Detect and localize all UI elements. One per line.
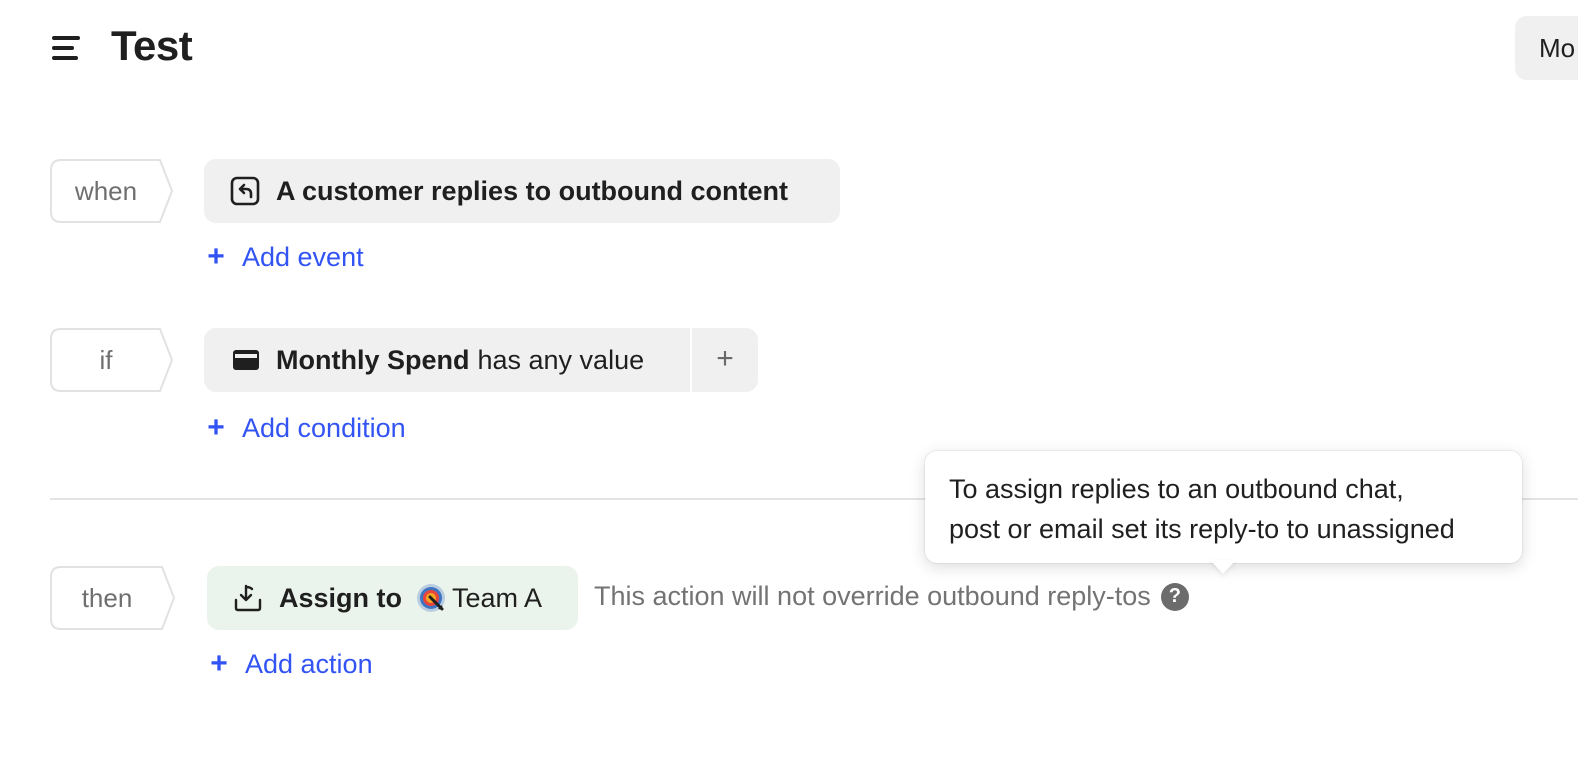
condition-attribute: Monthly Spend: [276, 344, 470, 375]
action-team: Team A: [452, 582, 543, 613]
help-icon[interactable]: ?: [1160, 582, 1189, 611]
event-pill[interactable]: A customer replies to outbound content: [204, 159, 840, 223]
credit-card-icon: [232, 349, 260, 371]
tooltip-line-2: post or email set its reply-to to unassi…: [949, 514, 1455, 544]
add-action-label: Add action: [245, 648, 373, 679]
when-keyword-tag: when: [50, 159, 174, 223]
action-note: This action will not override outbound r…: [594, 581, 1189, 612]
if-keyword: if: [99, 345, 113, 375]
add-condition-inline-button[interactable]: +: [692, 328, 758, 392]
plus-icon: +: [210, 647, 228, 680]
plus-icon: +: [207, 240, 225, 273]
action-note-text: This action will not override outbound r…: [594, 581, 1151, 611]
action-verb: Assign to: [279, 582, 403, 613]
then-keyword-tag: then: [50, 566, 176, 630]
tooltip-arrow: [1210, 560, 1236, 574]
action-pill[interactable]: Assign to Team A: [207, 566, 578, 630]
condition-pill[interactable]: Monthly Spend has any value: [204, 328, 690, 392]
then-keyword: then: [81, 583, 133, 613]
condition-operator: has any value: [477, 344, 645, 375]
tooltip-line-1: To assign replies to an outbound chat,: [949, 474, 1404, 504]
if-keyword-tag: if: [50, 328, 174, 392]
workflow-editor: Test Mo when A customer replies to outbo…: [0, 0, 1578, 770]
event-label: A customer replies to outbound content: [276, 175, 789, 206]
add-action-link[interactable]: + Add action: [209, 647, 373, 681]
page-title: Test: [111, 22, 193, 69]
add-condition-label: Add condition: [242, 412, 406, 443]
assign-inbox-icon: [233, 583, 263, 613]
plus-icon: +: [207, 411, 225, 444]
menu-icon[interactable]: [50, 34, 80, 62]
add-event-link[interactable]: + Add event: [206, 240, 364, 274]
reply-icon: [230, 176, 260, 206]
target-icon: [416, 583, 446, 613]
more-button[interactable]: Mo: [1515, 16, 1578, 80]
help-tooltip: To assign replies to an outbound chat, p…: [925, 451, 1522, 563]
add-event-label: Add event: [242, 241, 364, 272]
when-keyword: when: [74, 176, 138, 206]
add-condition-link[interactable]: + Add condition: [206, 411, 406, 445]
